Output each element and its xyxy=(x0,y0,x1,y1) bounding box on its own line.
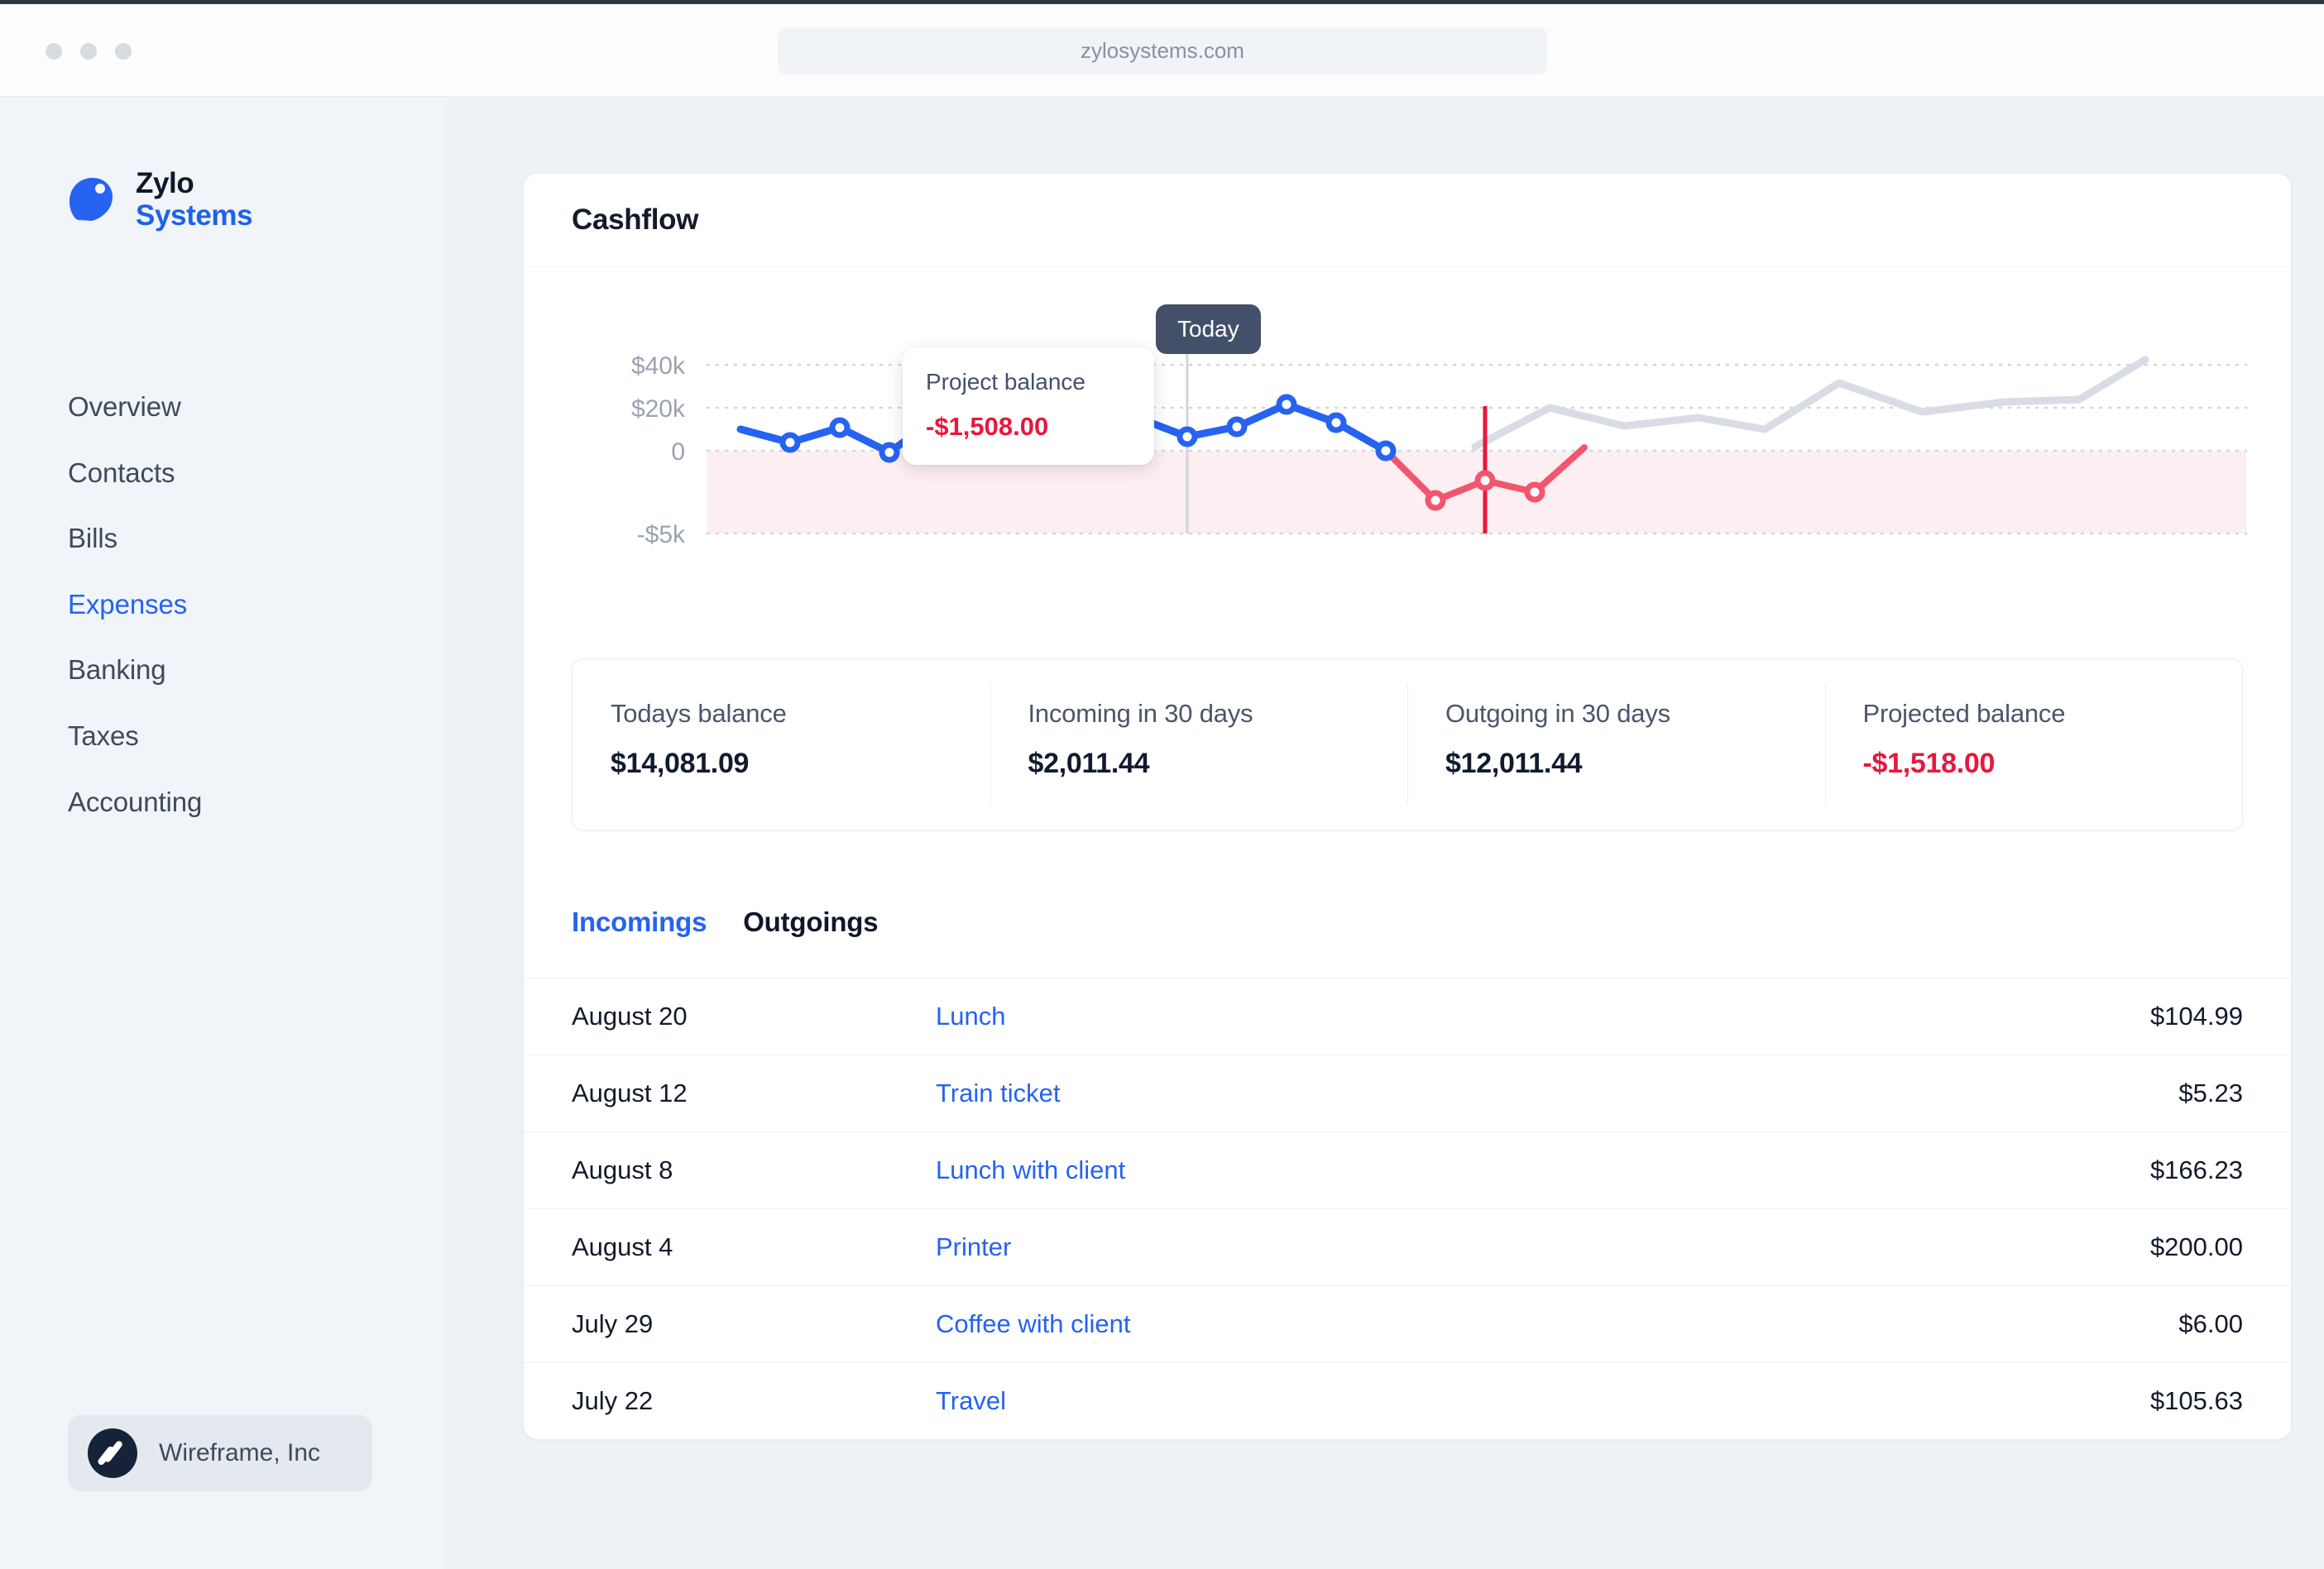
tooltip-value: -$1,508.00 xyxy=(926,412,1049,441)
stat-label: Incoming in 30 days xyxy=(1028,699,1253,728)
transaction-amount: $105.63 xyxy=(2149,1386,2243,1415)
stat-value: $12,011.44 xyxy=(1445,748,1583,779)
org-name: Wireframe, Inc xyxy=(159,1439,321,1466)
tooltip-label: Project balance xyxy=(926,369,1086,395)
stat-projected-balance: Projected balance -$1,518.00 xyxy=(1824,659,2243,830)
transaction-description[interactable]: Lunch with client xyxy=(936,1155,2150,1185)
transactions-tabs: Incomings Outgoings xyxy=(524,883,2291,938)
stats-bar: Todays balance $14,081.09 Incoming in 30… xyxy=(572,658,2243,830)
sidebar-item-overview[interactable]: Overview xyxy=(68,390,399,423)
stat-value: $14,081.09 xyxy=(611,748,750,779)
transaction-amount: $6.00 xyxy=(2178,1309,2243,1338)
transaction-amount: $166.23 xyxy=(2149,1155,2243,1184)
forecast-line xyxy=(1471,356,2149,451)
stats-section: Todays balance $14,081.09 Incoming in 30… xyxy=(524,627,2291,883)
ytick-20k: $20k xyxy=(631,395,686,423)
close-window-button[interactable] xyxy=(46,43,62,60)
project-balance-tooltip: Project balance -$1,508.00 xyxy=(903,347,1154,465)
window-controls xyxy=(46,43,132,60)
brand-line-2: Systems xyxy=(136,199,253,232)
table-row[interactable]: July 29 Coffee with client $6.00 xyxy=(524,1285,2291,1362)
org-switcher[interactable]: Wireframe, Inc xyxy=(68,1415,372,1491)
sidebar: Zylo Systems Overview Contacts Bills Exp… xyxy=(0,97,447,1569)
sidebar-item-bills[interactable]: Bills xyxy=(68,522,399,555)
transaction-date: July 29 xyxy=(572,1309,654,1338)
tab-outgoings[interactable]: Outgoings xyxy=(743,906,878,938)
transaction-date: August 8 xyxy=(572,1155,673,1184)
browser-chrome: zylosystems.com xyxy=(0,4,2324,97)
transaction-description[interactable]: Lunch xyxy=(936,1002,2150,1031)
transaction-amount: $104.99 xyxy=(2149,1002,2243,1031)
ytick-0: 0 xyxy=(671,438,685,466)
zylo-tag-icon xyxy=(69,178,113,222)
today-marker-label: Today xyxy=(1156,304,1261,354)
stat-label: Outgoing in 30 days xyxy=(1445,699,1670,728)
stat-value: -$1,518.00 xyxy=(1862,748,1996,779)
stat-value: $2,011.44 xyxy=(1028,748,1150,779)
brand-logo[interactable]: Zylo Systems xyxy=(68,167,253,232)
sidebar-item-expenses[interactable]: Expenses xyxy=(68,588,399,621)
stat-todays-balance: Todays balance $14,081.09 xyxy=(573,659,990,830)
table-row[interactable]: August 4 Printer $200.00 xyxy=(524,1208,2291,1285)
transaction-amount: $5.23 xyxy=(2178,1079,2243,1107)
avatar xyxy=(88,1428,137,1478)
slashes-icon xyxy=(98,1441,122,1466)
transaction-amount: $200.00 xyxy=(2149,1232,2243,1261)
tab-incomings[interactable]: Incomings xyxy=(572,906,707,938)
stat-outgoing-30-days: Outgoing in 30 days $12,011.44 xyxy=(1407,659,1825,830)
sidebar-nav: Overview Contacts Bills Expenses Banking… xyxy=(68,390,399,851)
address-bar-url: zylosystems.com xyxy=(1081,38,1244,63)
stat-label: Todays balance xyxy=(611,699,787,728)
cashflow-card: Cashflow $40k $20k 0 -$5k Today Project … xyxy=(523,173,2292,1440)
transactions-table: August 20 Lunch $104.99 August 12 Train … xyxy=(524,978,2291,1439)
address-bar[interactable]: zylosystems.com xyxy=(778,27,1547,74)
chart-canvas: $40k $20k 0 -$5k xyxy=(631,332,2248,548)
transaction-date: August 20 xyxy=(572,1002,688,1031)
transaction-description[interactable]: Travel xyxy=(936,1386,2150,1416)
maximize-window-button[interactable] xyxy=(115,43,132,60)
transaction-date: August 12 xyxy=(572,1079,688,1107)
sidebar-item-banking[interactable]: Banking xyxy=(68,653,399,686)
page-title: Cashflow xyxy=(572,203,699,236)
sidebar-item-taxes[interactable]: Taxes xyxy=(68,720,399,753)
table-row[interactable]: August 20 Lunch $104.99 xyxy=(524,978,2291,1055)
sidebar-item-contacts[interactable]: Contacts xyxy=(68,457,399,490)
stat-label: Projected balance xyxy=(1862,699,2066,728)
minimize-window-button[interactable] xyxy=(80,43,97,60)
cashflow-card-header: Cashflow xyxy=(524,174,2291,267)
brand-line-1: Zylo xyxy=(136,167,194,199)
stat-incoming-30-days: Incoming in 30 days $2,011.44 xyxy=(989,659,1408,830)
main-content: Cashflow $40k $20k 0 -$5k Today Project … xyxy=(447,97,2324,1569)
transaction-date: July 22 xyxy=(572,1386,654,1415)
table-row[interactable]: July 22 Travel $105.63 xyxy=(524,1362,2291,1439)
ytick-40k: $40k xyxy=(631,352,686,380)
ytick-neg5k: -$5k xyxy=(637,521,686,548)
table-row[interactable]: August 8 Lunch with client $166.23 xyxy=(524,1131,2291,1208)
transaction-description[interactable]: Coffee with client xyxy=(936,1309,2178,1339)
cashflow-chart: $40k $20k 0 -$5k Today Project balance -… xyxy=(524,267,2291,627)
transaction-date: August 4 xyxy=(572,1232,673,1261)
transaction-description[interactable]: Printer xyxy=(936,1232,2150,1262)
browser-window: zylosystems.com Zylo Systems Overview Co… xyxy=(0,0,2324,1569)
table-row[interactable]: August 12 Train ticket $5.23 xyxy=(524,1055,2291,1131)
sidebar-item-accounting[interactable]: Accounting xyxy=(68,786,399,819)
brand-name: Zylo Systems xyxy=(136,167,253,232)
transaction-description[interactable]: Train ticket xyxy=(936,1079,2178,1108)
